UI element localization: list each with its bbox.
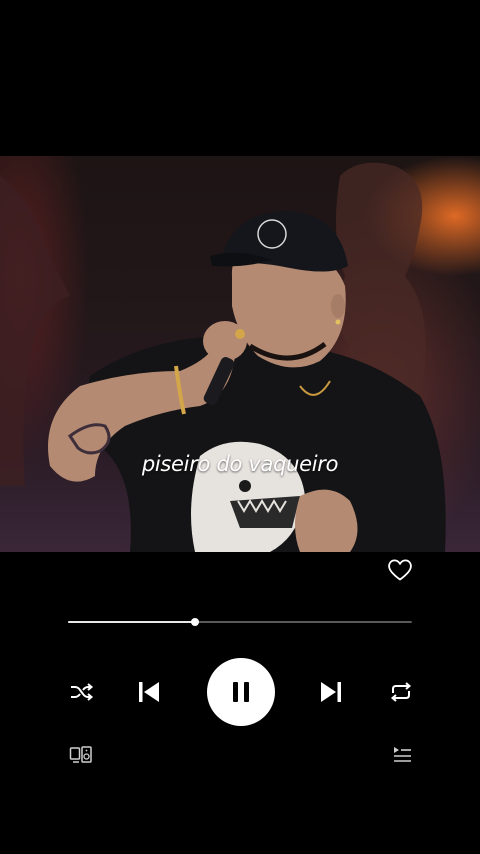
connect-devices-icon bbox=[69, 746, 92, 763]
repeat-button[interactable] bbox=[387, 679, 415, 705]
queue-icon bbox=[394, 747, 411, 762]
shuffle-icon bbox=[71, 683, 94, 701]
video-caption: piseiro do vaqueiro bbox=[141, 452, 339, 476]
next-button[interactable] bbox=[317, 679, 345, 705]
progress-bar[interactable] bbox=[68, 618, 412, 626]
performer-image bbox=[0, 162, 446, 552]
play-pause-button[interactable] bbox=[207, 658, 275, 726]
pause-icon bbox=[233, 682, 249, 702]
video-frame bbox=[0, 156, 480, 552]
queue-button[interactable] bbox=[391, 745, 413, 765]
repeat-icon bbox=[390, 682, 412, 702]
progress-fill bbox=[68, 621, 196, 623]
previous-button[interactable] bbox=[135, 679, 163, 705]
devices-button[interactable] bbox=[69, 745, 93, 765]
heart-icon[interactable] bbox=[387, 558, 413, 582]
progress-handle[interactable] bbox=[191, 618, 200, 626]
skip-next-icon bbox=[321, 682, 341, 702]
skip-previous-icon bbox=[139, 682, 159, 702]
shuffle-button[interactable] bbox=[68, 679, 94, 705]
